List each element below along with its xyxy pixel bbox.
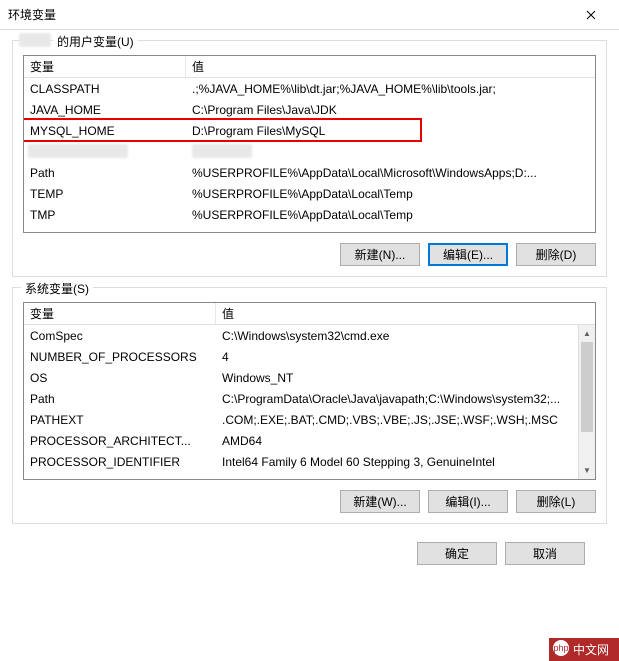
dialog-content: 的用户变量(U) 变量 值 CLASSPATH.;%JAVA_HOME%\lib… (0, 30, 619, 581)
user-edit-button[interactable]: 编辑(E)... (428, 243, 508, 266)
system-variables-table[interactable]: 变量 值 ComSpecC:\Windows\system32\cmd.exe … (23, 302, 596, 480)
system-delete-button[interactable]: 删除(L) (516, 490, 596, 513)
blurred-username (19, 33, 51, 47)
cancel-button[interactable]: 取消 (505, 542, 585, 565)
system-edit-button[interactable]: 编辑(I)... (428, 490, 508, 513)
system-table-body: ComSpecC:\Windows\system32\cmd.exe NUMBE… (24, 325, 595, 479)
table-row[interactable]: NUMBER_OF_PROCESSORS4 (24, 346, 578, 367)
header-variable[interactable]: 变量 (24, 56, 186, 77)
system-group-label: 系统变量(S) (21, 280, 93, 297)
header-variable[interactable]: 变量 (24, 303, 216, 324)
user-table-body: CLASSPATH.;%JAVA_HOME%\lib\dt.jar;%JAVA_… (24, 78, 595, 232)
user-new-button[interactable]: 新建(N)... (340, 243, 420, 266)
close-button[interactable] (571, 1, 611, 29)
dialog-footer: 确定 取消 (12, 534, 607, 573)
scrollbar[interactable]: ▲ ▼ (578, 325, 595, 479)
system-variables-group: 系统变量(S) 变量 值 ComSpecC:\Windows\system32\… (12, 287, 607, 524)
table-row[interactable]: PATHEXT.COM;.EXE;.BAT;.CMD;.VBS;.VBE;.JS… (24, 409, 578, 430)
table-row[interactable]: PROCESSOR_IDENTIFIERIntel64 Family 6 Mod… (24, 451, 578, 472)
scroll-up-icon[interactable]: ▲ (579, 325, 595, 342)
header-value[interactable]: 值 (186, 56, 595, 77)
table-row[interactable]: ComSpecC:\Windows\system32\cmd.exe (24, 325, 578, 346)
site-logo: 中文网 (549, 638, 619, 661)
table-row[interactable]: PathC:\ProgramData\Oracle\Java\javapath;… (24, 388, 578, 409)
user-delete-button[interactable]: 删除(D) (516, 243, 596, 266)
window-title: 环境变量 (8, 6, 56, 23)
scroll-thumb[interactable] (581, 342, 593, 432)
titlebar: 环境变量 (0, 0, 619, 30)
scroll-down-icon[interactable]: ▼ (579, 462, 595, 479)
table-row[interactable]: JAVA_HOMEC:\Program Files\Java\JDK (24, 99, 595, 120)
user-variables-table[interactable]: 变量 值 CLASSPATH.;%JAVA_HOME%\lib\dt.jar;%… (23, 55, 596, 233)
table-row[interactable] (24, 141, 595, 162)
table-header[interactable]: 变量 值 (24, 303, 595, 325)
blurred-row (28, 144, 128, 158)
close-icon (586, 10, 596, 20)
user-button-row: 新建(N)... 编辑(E)... 删除(D) (23, 243, 596, 266)
table-row[interactable]: MYSQL_HOMED:\Program Files\MySQL (24, 120, 595, 141)
table-row[interactable]: TEMP%USERPROFILE%\AppData\Local\Temp (24, 183, 595, 204)
blurred-row (192, 144, 252, 158)
table-row[interactable]: PROCESSOR_ARCHITECT...AMD64 (24, 430, 578, 451)
ok-button[interactable]: 确定 (417, 542, 497, 565)
user-group-label: 的用户变量(U) (53, 33, 138, 50)
header-value[interactable]: 值 (216, 303, 595, 324)
table-row[interactable]: Path%USERPROFILE%\AppData\Local\Microsof… (24, 162, 595, 183)
table-row[interactable]: OSWindows_NT (24, 367, 578, 388)
table-row[interactable]: TMP%USERPROFILE%\AppData\Local\Temp (24, 204, 595, 225)
table-row[interactable]: CLASSPATH.;%JAVA_HOME%\lib\dt.jar;%JAVA_… (24, 78, 595, 99)
user-variables-group: 的用户变量(U) 变量 值 CLASSPATH.;%JAVA_HOME%\lib… (12, 40, 607, 277)
system-new-button[interactable]: 新建(W)... (340, 490, 420, 513)
table-header[interactable]: 变量 值 (24, 56, 595, 78)
system-button-row: 新建(W)... 编辑(I)... 删除(L) (23, 490, 596, 513)
